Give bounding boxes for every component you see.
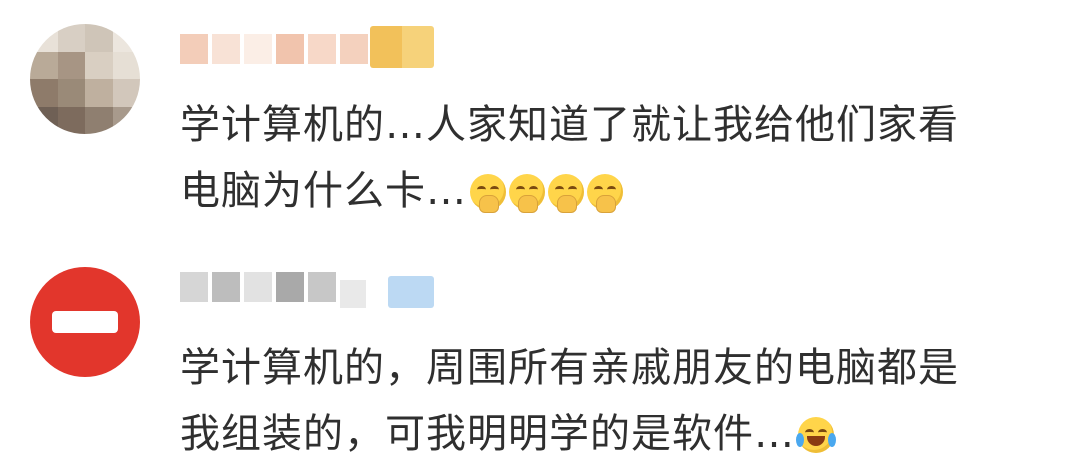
username-pixelated[interactable] xyxy=(180,34,368,64)
username-pixelated[interactable] xyxy=(180,272,336,302)
comment-text: 学计算机的，周围所有亲戚朋友的电脑都是 我组装的，可我明明学的是软件… xyxy=(180,335,1060,467)
grin-hand-over-mouth-icon xyxy=(509,174,545,213)
no-entry-avatar-image xyxy=(30,267,140,377)
comment-text-line: 电脑为什么卡… xyxy=(180,158,1060,224)
user-level-icon xyxy=(340,280,366,308)
grin-hand-over-mouth-icon xyxy=(548,174,584,213)
comment-item: 学计算机的…人家知道了就让我给他们家看 电脑为什么卡… xyxy=(0,0,1080,250)
no-entry-bar xyxy=(52,311,118,333)
avatar[interactable] xyxy=(30,24,140,134)
comment-text-segment: 电脑为什么卡… xyxy=(180,168,467,214)
laughing-tears-icon xyxy=(796,417,836,453)
pixelated-avatar-image xyxy=(30,24,140,134)
comment-text: 学计算机的…人家知道了就让我给他们家看 电脑为什么卡… xyxy=(180,92,1060,224)
comment-text-segment: 我组装的，可我明明学的是软件… xyxy=(180,411,795,457)
avatar[interactable] xyxy=(30,267,140,377)
user-badge-icon xyxy=(370,26,434,68)
comment-text-line: 学计算机的…人家知道了就让我给他们家看 xyxy=(180,102,959,148)
grin-hand-over-mouth-icon xyxy=(587,174,623,213)
comment-text-line: 我组装的，可我明明学的是软件… xyxy=(180,401,1060,467)
comment-item: 学计算机的，周围所有亲戚朋友的电脑都是 我组装的，可我明明学的是软件… xyxy=(0,250,1080,472)
comment-text-line: 学计算机的，周围所有亲戚朋友的电脑都是 xyxy=(180,345,959,391)
user-badge-icon xyxy=(388,276,434,308)
grin-hand-over-mouth-icon xyxy=(470,174,506,213)
